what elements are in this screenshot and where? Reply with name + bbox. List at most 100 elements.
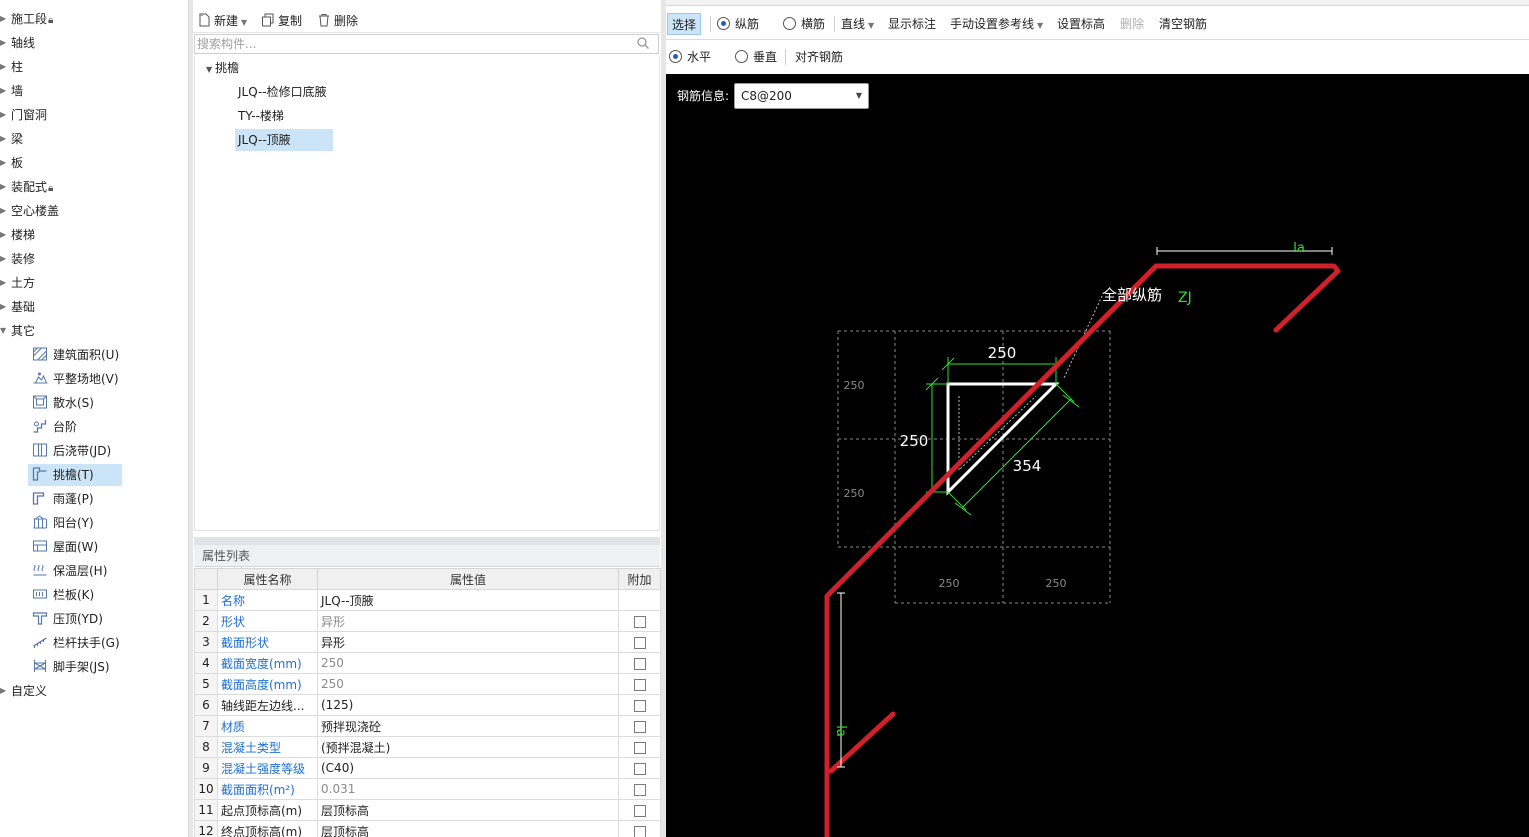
line-dropdown[interactable]: 直线 ▼: [841, 13, 874, 35]
tree-category[interactable]: ▶ 土方: [0, 272, 35, 294]
tree-item[interactable]: 阳台(Y): [28, 512, 122, 534]
tree-item[interactable]: 建筑面积(U): [28, 344, 122, 366]
property-value[interactable]: 异形: [317, 610, 619, 632]
select-button[interactable]: 选择: [667, 13, 702, 35]
copy-button[interactable]: 复制: [261, 11, 302, 31]
property-row[interactable]: 11 起点顶标高(m) 层顶标高: [194, 799, 661, 821]
property-value[interactable]: 250: [317, 652, 619, 674]
tree-category[interactable]: ▶ 轴线: [0, 32, 35, 54]
tree-category[interactable]: ▼ 其它: [0, 320, 35, 342]
search-icon[interactable]: [636, 36, 650, 50]
tree-item[interactable]: 散水(S): [28, 392, 122, 414]
rebar-hook[interactable]: [828, 711, 896, 774]
property-row[interactable]: 10 截面面积(m²) 0.031: [194, 778, 661, 800]
tree-category[interactable]: ▶ 墙: [0, 80, 23, 102]
extra-checkbox[interactable]: [633, 762, 646, 775]
extra-checkbox[interactable]: [633, 699, 646, 712]
property-row[interactable]: 12 终点顶标高(m) 层顶标高: [194, 820, 661, 837]
tree-category[interactable]: ▶ 装修: [0, 248, 35, 270]
tree-category[interactable]: ▶ 门窗洞: [0, 104, 47, 126]
extra-checkbox[interactable]: [633, 804, 646, 817]
align-rebar-button[interactable]: 对齐钢筋: [795, 46, 843, 68]
rebar-info-select[interactable]: C8@200 ▼: [734, 83, 869, 109]
property-value[interactable]: JLQ--顶腋: [317, 589, 619, 611]
transverse-radio[interactable]: 横筋: [783, 13, 825, 35]
tree-item[interactable]: 栏板(K): [28, 584, 122, 606]
chevron-right-icon[interactable]: ▶: [0, 32, 11, 54]
property-value[interactable]: (预拌混凝土): [317, 736, 619, 758]
property-row[interactable]: 3 截面形状 异形: [194, 631, 661, 653]
extra-checkbox[interactable]: [633, 636, 646, 649]
tree-category[interactable]: ▶ 装配式🔒︎: [0, 176, 53, 198]
search-input[interactable]: [195, 35, 635, 53]
tree-item[interactable]: 压顶(YD): [28, 608, 122, 630]
chevron-right-icon[interactable]: ▶: [0, 272, 11, 294]
chevron-right-icon[interactable]: ▶: [0, 8, 11, 30]
show-dims-button[interactable]: 显示标注: [888, 13, 936, 35]
property-value[interactable]: 层顶标高: [317, 820, 619, 837]
tree-item[interactable]: 栏杆扶手(G): [28, 632, 122, 654]
tree-category[interactable]: ▶ 楼梯: [0, 224, 35, 246]
extra-checkbox[interactable]: [633, 615, 646, 628]
new-button[interactable]: 新建 ▼: [197, 11, 247, 31]
component-item[interactable]: JLQ--顶腋: [235, 129, 333, 151]
property-row[interactable]: 6 轴线距左边线... (125): [194, 694, 661, 716]
component-item[interactable]: TY--楼梯: [235, 105, 287, 127]
vertical-radio[interactable]: 垂直: [735, 46, 777, 68]
chevron-right-icon[interactable]: ▶: [0, 224, 11, 246]
tree-item[interactable]: 平整场地(V): [28, 368, 122, 390]
chevron-right-icon[interactable]: ▶: [0, 56, 11, 78]
chevron-right-icon[interactable]: ▶: [0, 152, 11, 174]
chevron-right-icon[interactable]: ▶: [0, 128, 11, 150]
rebar-annotation-label[interactable]: 全部纵筋: [1102, 286, 1162, 304]
clear-rebar-button[interactable]: 清空钢筋: [1159, 13, 1207, 35]
tree-category[interactable]: ▶ 板: [0, 152, 23, 174]
component-group-cornice[interactable]: ▼ 挑檐: [206, 57, 239, 79]
extra-checkbox[interactable]: [633, 720, 646, 733]
extra-checkbox[interactable]: [633, 825, 646, 837]
tree-category[interactable]: ▶ 梁: [0, 128, 23, 150]
property-row[interactable]: 8 混凝土类型 (预拌混凝土): [194, 736, 661, 758]
chevron-down-icon[interactable]: ▼: [0, 320, 11, 342]
tree-category[interactable]: ▶ 基础: [0, 296, 35, 318]
tree-item[interactable]: 脚手架(JS): [28, 656, 122, 678]
property-value[interactable]: 层顶标高: [317, 799, 619, 821]
property-row[interactable]: 9 混凝土强度等级 (C40): [194, 757, 661, 779]
property-value[interactable]: 预拌现浇砼: [317, 715, 619, 737]
tree-category[interactable]: ▶ 柱: [0, 56, 23, 78]
tree-category-custom[interactable]: ▶ 自定义: [0, 680, 47, 702]
tree-item[interactable]: 后浇带(JD): [28, 440, 122, 462]
tree-item[interactable]: 保温层(H): [28, 560, 122, 582]
delete-button[interactable]: 删除: [317, 11, 358, 31]
property-row[interactable]: 5 截面高度(mm) 250: [194, 673, 661, 695]
delete-rebar-button[interactable]: 删除: [1120, 13, 1144, 35]
extra-checkbox[interactable]: [633, 783, 646, 796]
property-value[interactable]: 250: [317, 673, 619, 695]
property-row[interactable]: 4 截面宽度(mm) 250: [194, 652, 661, 674]
property-value[interactable]: (C40): [317, 757, 619, 779]
component-item[interactable]: JLQ--检修口底腋: [235, 81, 330, 103]
expand-arrow-icon[interactable]: ▼: [206, 65, 212, 74]
tree-item[interactable]: 台阶: [28, 416, 122, 438]
chevron-right-icon[interactable]: ▶: [0, 200, 11, 222]
chevron-right-icon[interactable]: ▶: [0, 104, 11, 126]
horizontal-radio[interactable]: 水平: [669, 46, 711, 68]
chevron-right-icon[interactable]: ▶: [0, 248, 11, 270]
longitudinal-radio[interactable]: 纵筋: [717, 13, 759, 35]
chevron-right-icon[interactable]: ▶: [0, 680, 11, 702]
extra-checkbox[interactable]: [633, 657, 646, 670]
property-row[interactable]: 1 名称 JLQ--顶腋: [194, 589, 661, 611]
rebar-drawing-canvas[interactable]: 250 250 250 250 250 250 354 la la 全部纵筋 Z…: [666, 74, 1529, 837]
property-value[interactable]: (125): [317, 694, 619, 716]
set-elevation-button[interactable]: 设置标高: [1057, 13, 1105, 35]
section-outline[interactable]: [946, 382, 1060, 496]
tree-category[interactable]: ▶ 空心楼盖: [0, 200, 59, 222]
extra-checkbox[interactable]: [633, 678, 646, 691]
tree-item[interactable]: 屋面(W): [28, 536, 122, 558]
rebar-longitudinal[interactable]: [824, 263, 1341, 837]
chevron-right-icon[interactable]: ▶: [0, 80, 11, 102]
property-value[interactable]: 异形: [317, 631, 619, 653]
properties-drag-bar[interactable]: [194, 537, 660, 545]
property-row[interactable]: 2 形状 异形: [194, 610, 661, 632]
property-value[interactable]: 0.031: [317, 778, 619, 800]
